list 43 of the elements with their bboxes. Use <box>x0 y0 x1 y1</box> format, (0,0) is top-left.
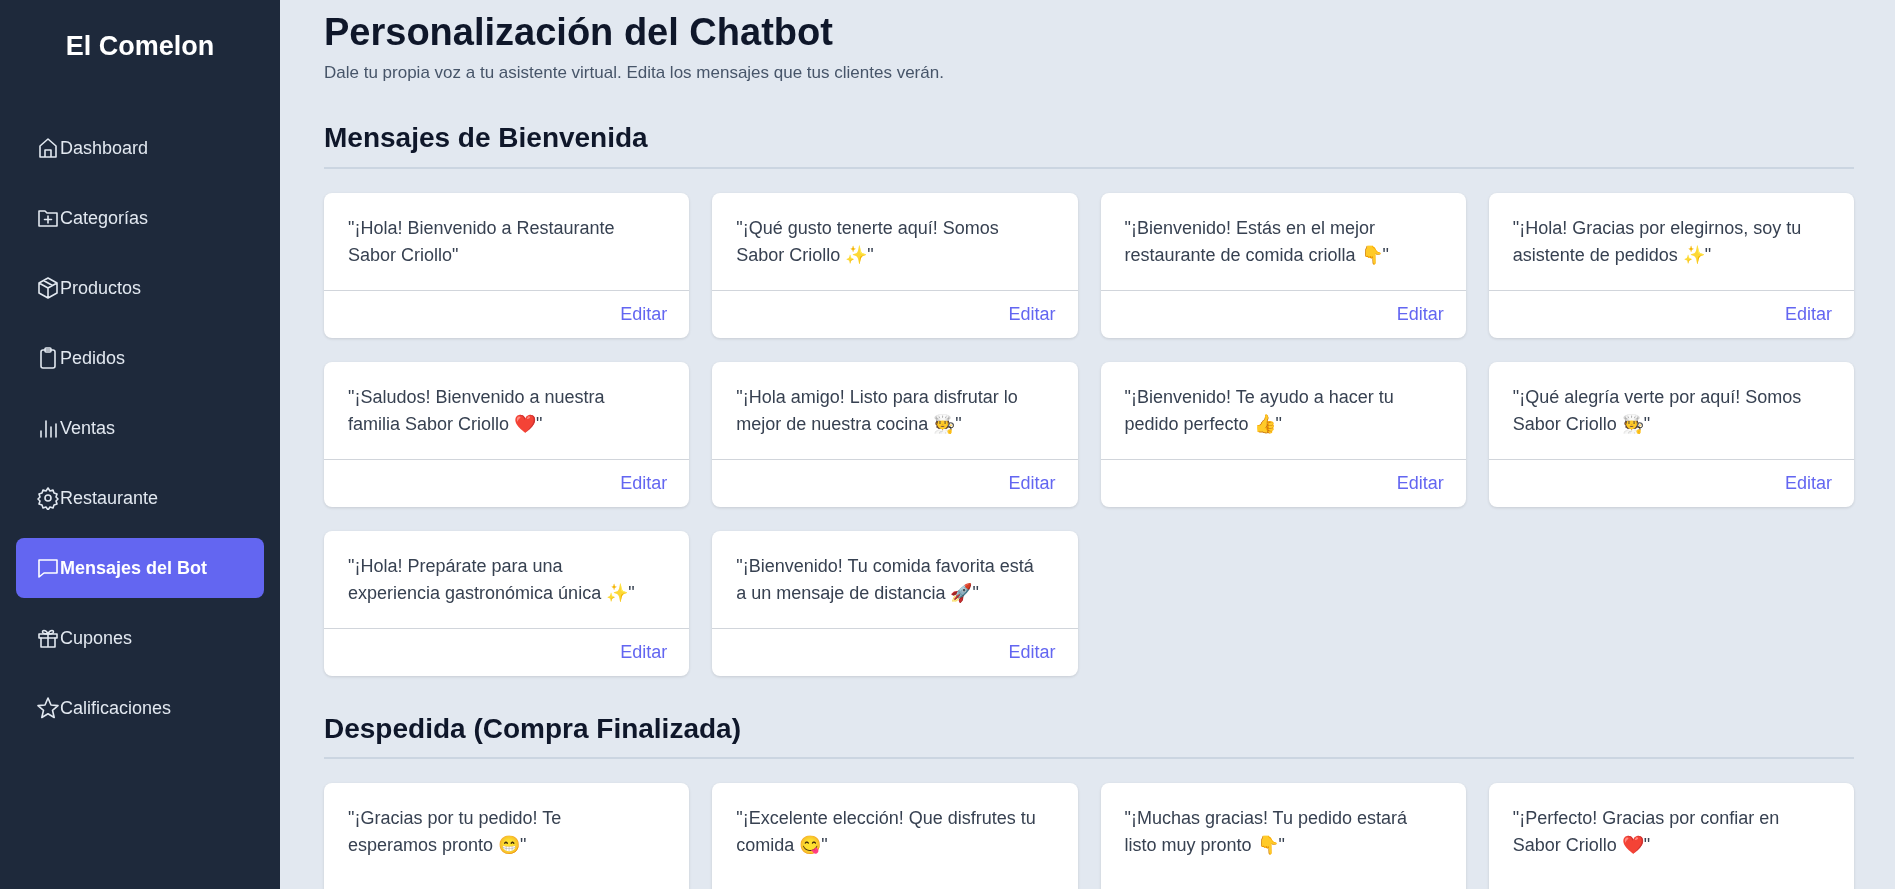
section-heading: Despedida (Compra Finalizada) <box>324 711 1854 760</box>
page-subtitle: Dale tu propia voz a tu asistente virtual. Edita los mensajes que tus clientes verán. <box>324 61 945 84</box>
sidebar-item[interactable]: Cupones <box>16 608 264 668</box>
edit-link[interactable]: Editar <box>620 638 668 666</box>
box-icon <box>36 276 60 300</box>
edit-link[interactable]: Editar <box>1008 300 1056 328</box>
gear-icon <box>36 486 60 510</box>
edit-link[interactable]: Editar <box>620 300 668 328</box>
brand-title: El Comelon <box>64 30 216 63</box>
edit-link[interactable]: Editar <box>1008 469 1056 497</box>
message-text: "¡Qué alegría verte por aquí! Somos Sabor Criollo 🧑‍🍳" <box>1511 385 1803 436</box>
sidebar-item[interactable]: Productos <box>16 258 264 318</box>
edit-link[interactable]: Editar <box>1784 300 1832 328</box>
message-text: "¡Hola! Bienvenido a Restaurante Sabor Criollo" <box>347 216 616 267</box>
home-icon <box>36 136 60 160</box>
sidebar-item[interactable]: Categorías <box>16 188 264 248</box>
message-text: "¡Muchas gracias! Tu pedido estará listo muy pronto 👇" <box>1123 807 1409 858</box>
section-heading: Mensajes de Bienvenida <box>324 121 1854 169</box>
message-text: "¡Hola! Prepárate para una experiencia gastronómica única ✨" <box>347 554 636 605</box>
edit-link[interactable]: Editar <box>1396 469 1444 497</box>
message-text: "¡Gracias por tu pedido! Te esperamos pronto 😁" <box>347 807 563 858</box>
message-text: "¡Hola! Gracias por elegirnos, soy tu asistente de pedidos ✨" <box>1511 216 1803 267</box>
message-text: "¡Excelente elección! Que disfrutes tu comida 😋" <box>735 807 1037 858</box>
message-text: "¡Perfecto! Gracias por confiar en Sabor Criollo ❤" <box>1511 807 1781 858</box>
edit-link[interactable]: Editar <box>1008 638 1056 666</box>
edit-link[interactable]: Editar <box>1396 300 1444 328</box>
sidebar-item[interactable]: Restaurante <box>16 468 264 528</box>
edit-link[interactable]: Editar <box>1784 469 1832 497</box>
sidebar-item[interactable]: Mensajes del Bot <box>16 538 264 598</box>
message-text: "¡Bienvenido! Estás en el mejor restaurante de comida criolla 👇" <box>1123 216 1390 267</box>
page-title: Personalización del Chatbot <box>324 10 834 55</box>
sidebar-item[interactable]: Pedidos <box>16 328 264 388</box>
message-text: "¡Bienvenido! Tu comida favorita está a un mensaje de distancia 🚀" <box>735 554 1035 605</box>
chat-icon <box>36 556 60 580</box>
message-text: "¡Hola amigo! Listo para disfrutar lo mejor de nuestra cocina 🧑‍🍳" <box>735 385 1019 436</box>
message-text: "¡Bienvenido! Te ayudo a hacer tu pedido perfecto 👍" <box>1123 385 1395 436</box>
star-icon <box>36 696 60 720</box>
sidebar-item[interactable]: Dashboard <box>16 118 264 178</box>
sidebar-item[interactable]: Calificaciones <box>16 678 264 738</box>
message-text: "¡Saludos! Bienvenido a nuestra familia Sabor Criollo ❤" <box>347 385 606 436</box>
sidebar-item[interactable]: Ventas <box>16 398 264 458</box>
message-text: "¡Qué gusto tenerte aquí! Somos Sabor Criollo ✨" <box>735 216 1000 267</box>
edit-link[interactable]: Editar <box>620 469 668 497</box>
